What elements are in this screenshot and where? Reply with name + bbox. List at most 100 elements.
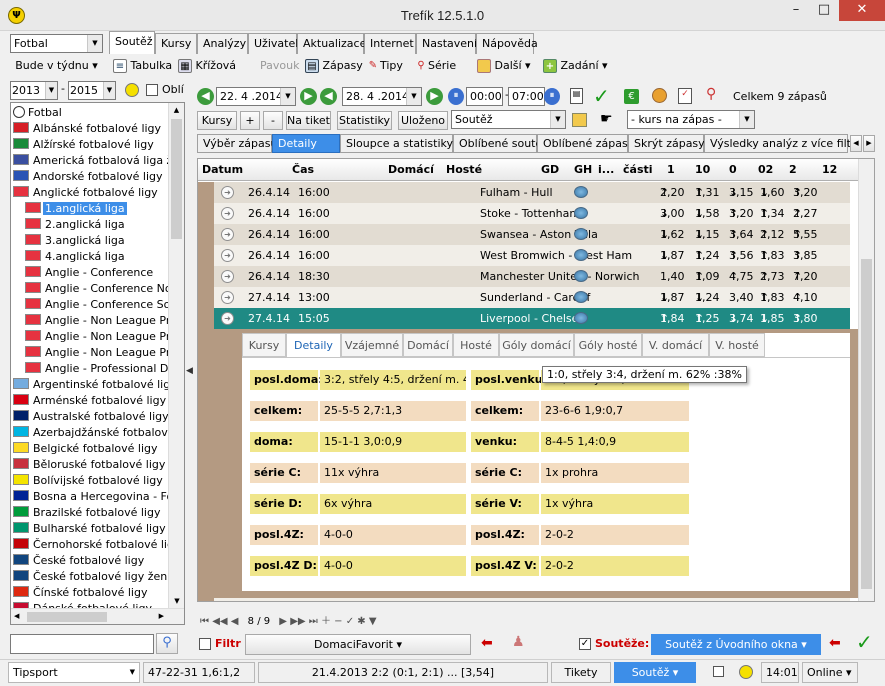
pager-prev-icon[interactable]: ◀ <box>231 616 239 627</box>
souteze-checkbox[interactable]: ✓ <box>579 638 591 650</box>
tree-item[interactable]: Anglie - Professional Development <box>11 361 184 377</box>
pager-check-icon[interactable]: ✓ <box>346 616 354 627</box>
statistiky-button[interactable]: Statistiky <box>337 111 392 130</box>
serie-button[interactable]: ⚲ Série <box>414 56 456 76</box>
online-dropdown[interactable]: Online ▾ <box>802 662 858 683</box>
minus-button[interactable]: - <box>263 111 283 130</box>
ball-icon[interactable] <box>739 665 753 679</box>
document-icon[interactable]: ▤ <box>570 88 583 104</box>
close-button[interactable]: ✕ <box>839 0 885 21</box>
tree-item[interactable]: Anglie - Conference North <box>11 281 184 297</box>
tab-view-3[interactable]: Oblíbené soutěže <box>453 134 555 153</box>
grid-header-cell[interactable]: 10 <box>695 159 710 181</box>
filtr-checkbox[interactable] <box>199 638 211 650</box>
tabs-scroll-left[interactable]: ◀ <box>850 135 862 152</box>
souteze-dropdown[interactable]: Soutěž z Úvodního okna ▾ <box>651 634 821 655</box>
tab-detail-2[interactable]: Vzájemné <box>341 333 403 357</box>
checkmark-icon[interactable]: ✓ <box>856 630 873 654</box>
scroll-left-icon[interactable]: ◀ <box>14 612 19 620</box>
tree-item[interactable]: České fotbalové ligy <box>11 553 169 569</box>
tab-detail-0[interactable]: Kursy <box>242 333 286 357</box>
plus-button[interactable]: + <box>240 111 260 130</box>
pager-delete-icon[interactable]: − <box>334 616 342 627</box>
users-icon[interactable] <box>652 88 667 103</box>
time-from-field[interactable]: 00:00 <box>466 87 503 106</box>
minimize-button[interactable]: – <box>782 0 810 21</box>
tree-hscrollbar[interactable]: ◀ ▶ <box>11 608 184 624</box>
tab-detail-3[interactable]: Domácí <box>403 333 453 357</box>
tab-view-6[interactable]: Výsledky analýz z více filtrů <box>704 134 863 153</box>
tree-root[interactable]: Fotbal <box>11 105 169 121</box>
pager-first-icon[interactable]: ⏮ <box>200 616 209 627</box>
year-to-select[interactable]: 2015 ▼ <box>68 81 116 100</box>
tab-view-0[interactable]: Výběr zápasů <box>197 134 277 153</box>
stats-globe-icon[interactable] <box>574 312 588 324</box>
table-row[interactable]: ➜ 26.4.14 16:00 Stoke - Tottenham ↓ 3,00 ↓ 1,58… <box>198 203 850 224</box>
kurs-select[interactable]: - kurs na zápas - ▼ <box>627 110 755 129</box>
year-from-select[interactable]: 2013 ▼ <box>10 81 58 100</box>
tree-item[interactable]: Andorské fotbalové ligy <box>11 169 169 185</box>
tab-main-0[interactable]: Soutěž <box>109 31 155 54</box>
status-checkbox[interactable] <box>713 666 724 677</box>
scroll-up-icon[interactable]: ▲ <box>169 103 184 117</box>
tab-main-7[interactable]: Nápověda <box>476 33 538 54</box>
soutez-select[interactable]: Soutěž ▼ <box>451 110 566 129</box>
pager-next-icon[interactable]: ▶ <box>279 616 287 627</box>
sport-select[interactable]: Fotbal ▼ <box>10 34 103 53</box>
tree-item[interactable]: 4.anglická liga <box>11 249 169 265</box>
grid-scroll-thumb[interactable] <box>861 259 872 589</box>
tab-detail-7[interactable]: V. domácí <box>642 333 709 357</box>
checkmark-icon[interactable]: ✓ <box>593 84 610 108</box>
period-dropdown[interactable]: Bude v týdnu ▾ <box>10 57 103 76</box>
tab-detail-8[interactable]: V. hosté <box>709 333 765 357</box>
tab-main-4[interactable]: Aktualizace <box>297 33 366 54</box>
tree-item[interactable]: Australské fotbalové ligy <box>11 409 169 425</box>
tree-item[interactable]: Anglické fotbalové ligy <box>11 185 169 201</box>
expand-row-icon[interactable]: ➜ <box>221 228 234 241</box>
expand-row-icon[interactable]: ➜ <box>221 270 234 283</box>
pager-add-icon[interactable]: ＋ <box>321 616 331 627</box>
tree-item[interactable]: Azerbajdžánské fotbalové ligy <box>11 425 184 441</box>
next-arrow-icon[interactable]: ▶ <box>426 88 443 105</box>
tree-item[interactable]: Bolívijské fotbalové ligy <box>11 473 169 489</box>
lock-icon[interactable] <box>572 113 587 127</box>
clock-next-icon[interactable]: ⏸ <box>544 88 560 105</box>
grid-header-cell[interactable]: Domácí <box>388 159 434 181</box>
tree-item[interactable]: Anglie - Non League Premier <box>11 313 184 329</box>
table-row[interactable]: ➜ 26.4.14 16:00 Swansea - Aston Villa ↓ 1,62 ↓… <box>198 224 850 245</box>
pager-last-icon[interactable]: ⏭ <box>309 616 318 627</box>
bookmaker-select[interactable]: Tipsport ▼ <box>8 662 140 683</box>
tabs-scroll-right[interactable]: ▶ <box>863 135 875 152</box>
euro-icon[interactable]: € <box>624 89 639 104</box>
tree-item[interactable]: Albánské fotbalové ligy <box>11 121 169 137</box>
zapasy-button[interactable]: ▤ Zápasy <box>305 56 363 76</box>
tree-search-input[interactable] <box>10 634 154 654</box>
tab-view-4[interactable]: Oblíbené zápasy <box>537 134 634 153</box>
left-arrow-icon[interactable]: ⬅ <box>481 635 493 651</box>
tree-item[interactable]: České fotbalové ligy žen <box>11 569 169 585</box>
date-to-field[interactable]: 28. 4 .2014 ▼ <box>342 87 422 106</box>
maximize-button[interactable]: □ <box>810 0 838 21</box>
tree-item[interactable]: Anglie - Conference South <box>11 297 184 313</box>
stats-globe-icon[interactable] <box>574 186 588 198</box>
grid-header-cell[interactable]: 2 <box>789 159 797 181</box>
tree-item[interactable]: Anglie - Non League Premier <box>11 345 184 361</box>
tipy-button[interactable]: ✎ Tipy <box>366 56 403 76</box>
pointing-hand-icon[interactable]: ☛ <box>600 111 613 127</box>
tree-search-icon[interactable]: ⚲ <box>156 633 178 654</box>
ball-icon[interactable] <box>125 83 139 97</box>
na-tiket-button[interactable]: Na tiket <box>286 111 331 130</box>
tree-item[interactable]: Běloruské fotbalové ligy <box>11 457 169 473</box>
stats-globe-icon[interactable] <box>574 228 588 240</box>
grid-header-cell[interactable]: 0 <box>729 159 737 181</box>
tree-item[interactable]: Anglie - Non League Premier <box>11 329 184 345</box>
scroll-thumb[interactable] <box>171 119 182 239</box>
tab-detail-5[interactable]: Góly domácí <box>499 333 574 357</box>
grid-header-cell[interactable]: 12 <box>822 159 837 181</box>
tab-detail-1[interactable]: Detaily <box>286 333 341 357</box>
search-icon[interactable]: ⚲ <box>706 86 716 102</box>
person-icon[interactable]: ♟ <box>512 634 525 650</box>
tree-item[interactable]: Čínské fotbalové ligy <box>11 585 169 601</box>
kursy-button[interactable]: Kursy <box>197 111 237 130</box>
zadani-button[interactable]: + Zadání ▾ <box>543 56 608 76</box>
